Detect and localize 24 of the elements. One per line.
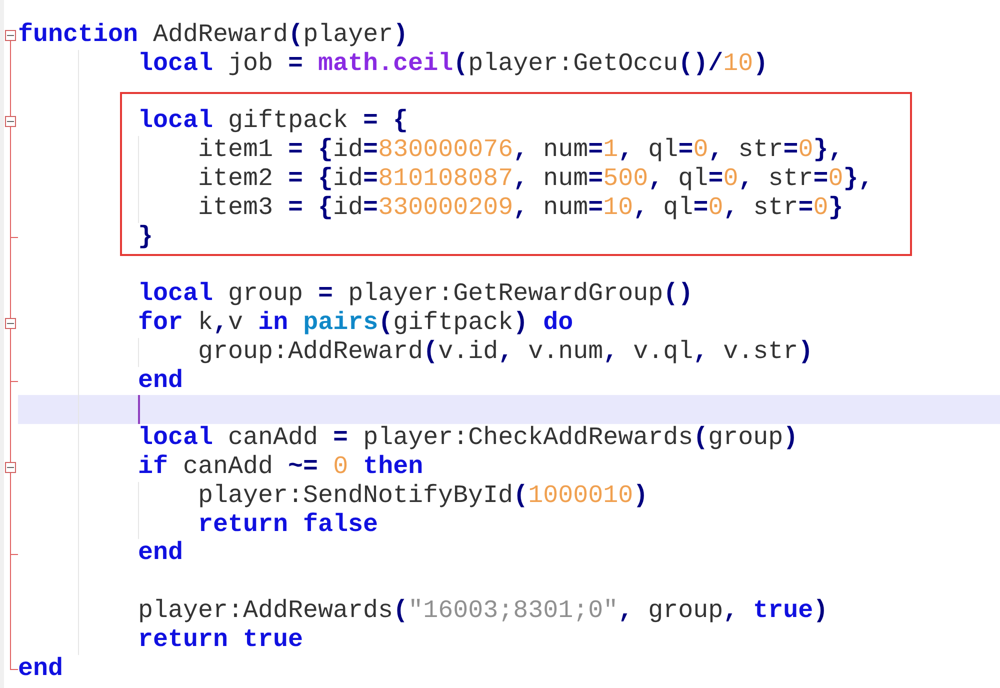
- code-line: item1 = {id=830000076, num=1, ql=0, str=0},: [198, 136, 844, 165]
- fold-minus-icon[interactable]: [5, 462, 16, 473]
- code-line: item3 = {id=330000209, num=10, ql=0, str=0}: [198, 194, 844, 223]
- code-line: end: [138, 366, 184, 396]
- code-line: local job = math.ceil(player:GetOccu()/10): [138, 50, 768, 79]
- code-line: player:AddRewards("16003;8301;0", group, true): [138, 596, 828, 626]
- code-line: player:SendNotifyById(1000010): [198, 482, 648, 511]
- code-line: item2 = {id=810108087, num=500, ql=0, str=0},: [198, 164, 874, 194]
- code-line: end: [138, 539, 184, 568]
- code-line: group:AddReward(v.id, v.num, v.ql, v.str): [198, 338, 814, 367]
- code-line: local canAdd = player:CheckAddRewards(group): [138, 424, 798, 453]
- fold-minus-icon[interactable]: [5, 116, 16, 128]
- code-line: return true: [138, 626, 304, 655]
- code-line: end: [18, 654, 64, 684]
- code-line: if canAdd ~= 0 then: [138, 452, 424, 482]
- code-line: function AddReward(player): [18, 21, 408, 50]
- code-line: for k,v in pairs(giftpack) do: [138, 308, 574, 338]
- code-line: return false: [198, 510, 378, 540]
- text-cursor: [138, 395, 140, 424]
- fold-minus-icon[interactable]: [5, 318, 16, 329]
- code-line: }: [138, 222, 154, 252]
- code-line: local group = player:GetRewardGroup(): [138, 280, 694, 309]
- code-line: local giftpack = {: [138, 107, 408, 136]
- fold-minus-icon[interactable]: [5, 30, 16, 41]
